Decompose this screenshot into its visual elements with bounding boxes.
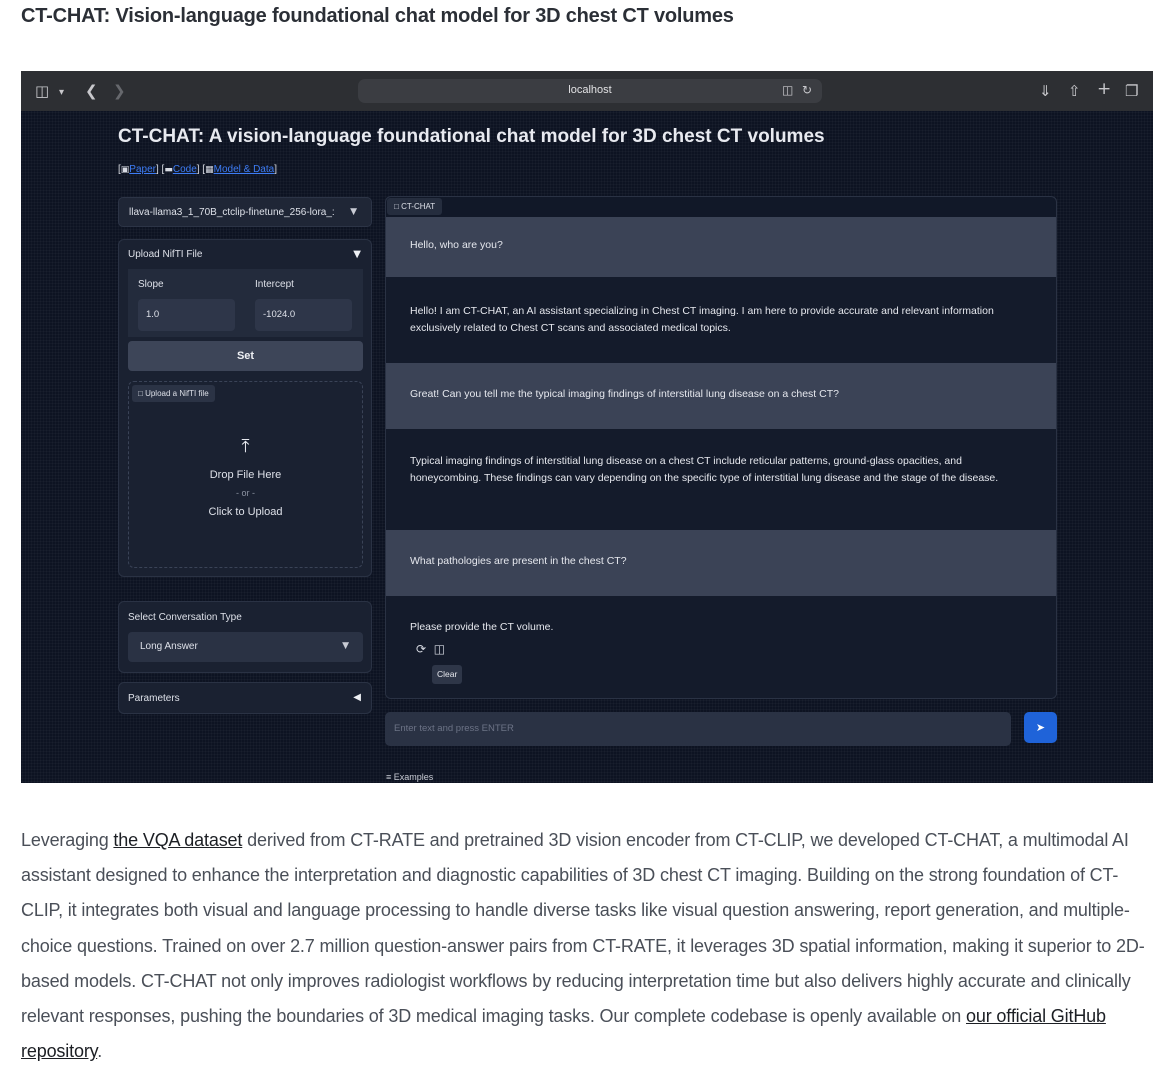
chat-icon: □ — [394, 202, 399, 211]
browser-toolbar: ◫ ▾ ❮ ❯ localhost ◫ ↻ ⇓ ⇧ + ❐ — [21, 71, 1153, 111]
chat-message-bot: Please provide the CT volume. — [386, 596, 1056, 698]
set-button[interactable]: Set — [128, 341, 363, 371]
model-data-link[interactable]: Model & Data — [214, 164, 275, 175]
browser-window: ◫ ▾ ❮ ❯ localhost ◫ ↻ ⇓ ⇧ + ❐ CT-CHAT: A… — [21, 71, 1153, 783]
sidebar-icon[interactable]: ◫ — [35, 82, 49, 100]
chart-icon: ▦ — [205, 165, 214, 175]
code-link[interactable]: Code — [173, 164, 197, 175]
chat-panel: Hello, who are you? Hello! I am CT-CHAT,… — [385, 196, 1057, 699]
drop-text: Drop File Here — [209, 469, 282, 481]
or-text: - or - — [236, 488, 255, 498]
chat-label: □ CT-CHAT — [387, 198, 443, 215]
conversation-type-panel: Select Conversation Type Long Answer ▼ — [118, 601, 372, 673]
expand-arrow-icon[interactable]: ◀ — [353, 692, 361, 703]
send-button[interactable]: ➤ — [1024, 712, 1057, 743]
upload-icon: ⤒ — [241, 436, 250, 457]
forward-icon[interactable]: ❯ — [113, 82, 126, 100]
model-select[interactable]: llava-llama3_1_70B_ctclip-finetune_256-l… — [118, 197, 372, 227]
back-icon[interactable]: ❮ — [85, 82, 98, 100]
description-paragraph: Leveraging the VQA dataset derived from … — [21, 823, 1156, 1068]
vqa-dataset-link[interactable]: the VQA dataset — [113, 830, 242, 850]
conversation-type-select[interactable]: Long Answer ▼ — [128, 632, 363, 662]
intercept-field: Intercept -1024.0 — [245, 269, 363, 337]
address-text: localhost — [568, 84, 612, 96]
resource-links: [▣Paper] [▬Code] [▦Model & Data] — [118, 164, 277, 175]
chevron-down-icon: ▼ — [350, 207, 357, 217]
address-bar[interactable]: localhost ◫ ↻ — [358, 79, 822, 103]
app-title: CT-CHAT: A vision-language foundational … — [118, 126, 825, 147]
conversation-type-value: Long Answer — [140, 641, 198, 652]
chat-message-user: Hello, who are you? — [386, 217, 1056, 277]
page-title: CT-CHAT: Vision-language foundational ch… — [21, 5, 734, 27]
chat-message-bot: Hello! I am CT-CHAT, an AI assistant spe… — [386, 277, 1056, 363]
chevron-down-icon[interactable]: ▾ — [59, 84, 64, 102]
upload-panel: Upload NifTI File ▼ Slope 1.0 Intercept … — [118, 239, 372, 577]
model-select-value: llava-llama3_1_70B_ctclip-finetune_256-l… — [129, 207, 335, 218]
file-icon: □ — [138, 389, 143, 398]
retry-icon[interactable]: ⟳ — [416, 642, 426, 656]
parameters-panel[interactable]: Parameters ◀ — [118, 682, 372, 714]
tabs-overview-icon[interactable]: ❐ — [1125, 82, 1138, 100]
slope-field: Slope 1.0 — [128, 269, 246, 337]
clear-tooltip: Clear — [432, 665, 463, 684]
message-actions: ⟳ ◫ — [416, 642, 445, 656]
chat-message-user: Great! Can you tell me the typical imagi… — [386, 363, 1056, 429]
trash-icon[interactable]: ◫ — [434, 642, 445, 656]
file-tag-label: Upload a NifTI file — [145, 389, 209, 398]
app-viewport: CT-CHAT: A vision-language foundational … — [21, 111, 1153, 783]
download-icon[interactable]: ⇓ — [1039, 82, 1052, 100]
chat-message-bot: Typical imaging findings of interstitial… — [386, 429, 1056, 530]
collapse-arrow-icon[interactable]: ▼ — [353, 249, 361, 260]
upload-panel-title[interactable]: Upload NifTI File — [128, 249, 202, 260]
plus-icon[interactable]: + — [1097, 80, 1111, 98]
chat-message-user: What pathologies are present in the ches… — [386, 530, 1056, 596]
chevron-down-icon: ▼ — [342, 641, 349, 651]
conversation-type-label: Select Conversation Type — [128, 612, 242, 623]
chat-label-text: CT-CHAT — [401, 202, 436, 211]
description-text: derived from CT-RATE and pretrained 3D v… — [21, 830, 1145, 1027]
paper-link[interactable]: Paper — [129, 164, 156, 175]
slope-input[interactable]: 1.0 — [138, 299, 235, 331]
description-text: Leveraging — [21, 830, 114, 850]
parameters-label: Parameters — [128, 693, 180, 704]
chat-input[interactable]: Enter text and press ENTER — [385, 712, 1011, 746]
menu-icon: ≡ — [386, 772, 392, 782]
share-icon[interactable]: ⇧ — [1068, 82, 1081, 100]
translate-icon[interactable]: ◫ — [782, 83, 793, 97]
reload-icon[interactable]: ↻ — [802, 83, 812, 97]
examples-label: Examples — [393, 772, 434, 782]
description-text: . — [97, 1041, 103, 1062]
intercept-input[interactable]: -1024.0 — [255, 299, 352, 331]
file-dropzone[interactable]: □ Upload a NifTI file ⤒ Drop File Here -… — [128, 381, 363, 568]
click-to-upload[interactable]: Click to Upload — [129, 506, 362, 518]
laptop-icon: ▬ — [164, 165, 173, 175]
send-icon: ➤ — [1035, 721, 1046, 734]
intercept-label: Intercept — [255, 279, 294, 290]
file-tag: □ Upload a NifTI file — [132, 385, 215, 402]
slope-label: Slope — [138, 279, 164, 290]
examples-toggle[interactable]: ≡ Examples — [386, 772, 433, 782]
